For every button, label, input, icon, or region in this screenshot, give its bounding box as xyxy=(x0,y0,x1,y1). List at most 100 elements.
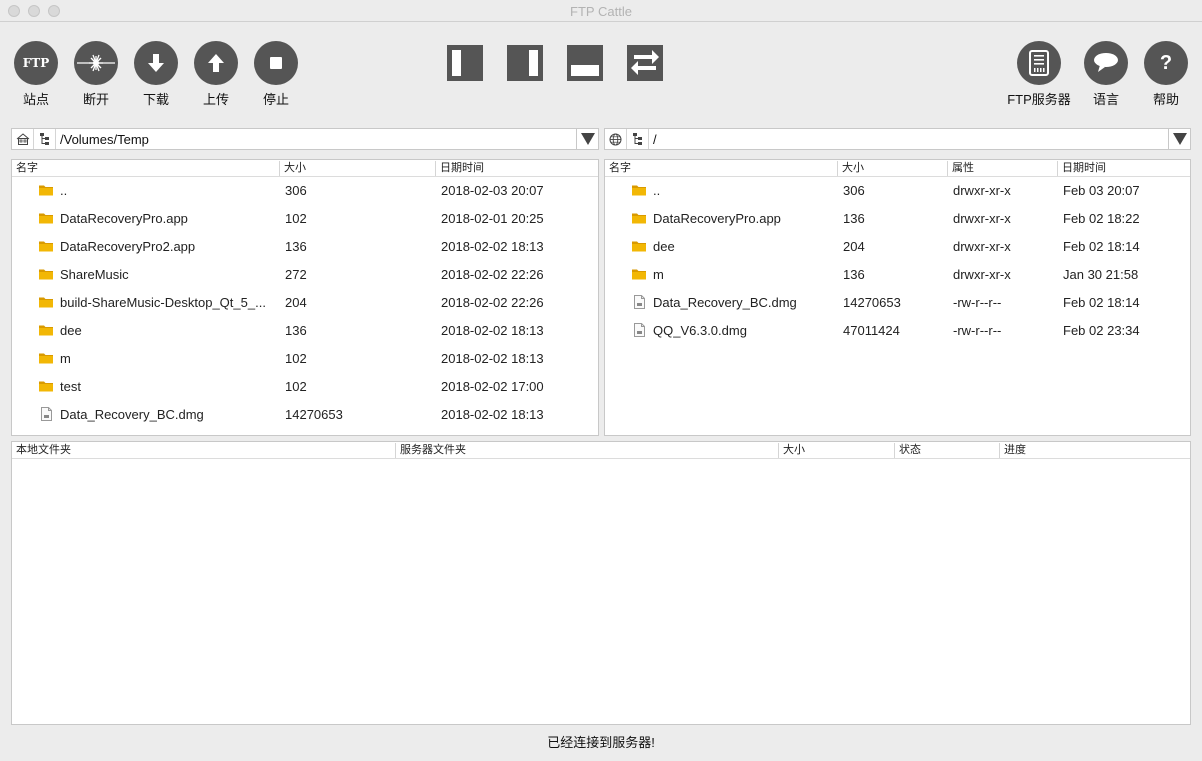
local-file-list: 名字 大小 日期时间 .. 306 2018-02-03 20:07 DataReco… xyxy=(11,159,599,436)
file-row[interactable]: test 102 2018-02-02 17:00 xyxy=(12,373,598,401)
column-header-progress[interactable]: 进度 xyxy=(999,443,1190,458)
file-row[interactable]: DataRecoveryPro.app 136 drwxr-xr-x Feb 02 1… xyxy=(605,205,1190,233)
upload-arrow-icon xyxy=(194,41,238,85)
file-size: 136 xyxy=(285,323,307,338)
file-name: dee xyxy=(60,323,82,338)
file-row[interactable]: QQ_V6.3.0.dmg 47011424 -rw-r--r-- Feb 02 23… xyxy=(605,317,1190,345)
local-path-input[interactable]: /Volumes/Temp xyxy=(56,132,576,147)
transfer-queue: 本地文件夹 服务器文件夹 大小 状态 进度 xyxy=(11,441,1191,725)
disconnect-button[interactable]: 断开 xyxy=(74,41,118,107)
file-size: 102 xyxy=(285,351,307,366)
file-date: Feb 02 23:34 xyxy=(1063,323,1140,338)
disconnect-icon xyxy=(74,41,118,85)
remote-path-bar: / xyxy=(604,128,1191,150)
remote-path-dropdown[interactable] xyxy=(1168,129,1190,149)
file-date: Feb 02 18:14 xyxy=(1063,295,1140,310)
layout-bottom-pane-button[interactable] xyxy=(566,44,604,82)
file-name: DataRecoveryPro2.app xyxy=(60,239,196,254)
layout-left-pane-button[interactable] xyxy=(446,44,484,82)
remote-path-input[interactable]: / xyxy=(649,132,1168,147)
tree-icon xyxy=(632,133,642,145)
help-label: 帮助 xyxy=(1152,92,1179,107)
remote-list-header: 名字 大小 属性 日期时间 xyxy=(605,160,1190,177)
folder-icon xyxy=(39,241,53,252)
stop-button[interactable]: 停止 xyxy=(254,41,298,107)
upload-button[interactable]: 上传 xyxy=(194,41,238,107)
file-row[interactable]: dee 136 2018-02-02 18:13 xyxy=(12,317,598,345)
folder-icon xyxy=(39,325,53,336)
file-name: .. xyxy=(653,183,661,198)
column-header-size[interactable]: 大小 xyxy=(837,161,947,176)
file-row[interactable]: m 136 drwxr-xr-x Jan 30 21:58 xyxy=(605,261,1190,289)
globe-icon xyxy=(609,133,622,145)
triangle-down-icon xyxy=(1172,133,1187,145)
status-message: 已经连接到服务器! xyxy=(547,735,655,750)
file-name: m xyxy=(653,267,664,282)
file-attributes: -rw-r--r-- xyxy=(953,295,1002,310)
column-header-attributes[interactable]: 属性 xyxy=(947,161,1057,176)
file-row[interactable]: ShareMusic 272 2018-02-02 22:26 xyxy=(12,261,598,289)
file-name: dee xyxy=(653,239,675,254)
file-date: 2018-02-02 18:13 xyxy=(441,239,544,254)
file-date: Feb 02 18:22 xyxy=(1063,211,1140,226)
file-row[interactable]: build-ShareMusic-Desktop_Qt_5_... 204 2018… xyxy=(12,289,598,317)
file-attributes: drwxr-xr-x xyxy=(953,267,1011,282)
remote-globe-button[interactable] xyxy=(605,129,627,149)
file-row[interactable]: .. 306 2018-02-03 20:07 xyxy=(12,177,598,205)
stop-label: 停止 xyxy=(262,92,289,107)
swap-panes-button[interactable] xyxy=(626,44,664,82)
ftp-server-button[interactable]: FTP服务器 xyxy=(1007,41,1071,107)
local-home-button[interactable] xyxy=(12,129,34,149)
local-path-dropdown[interactable] xyxy=(576,129,598,149)
column-header-size[interactable]: 大小 xyxy=(778,443,894,458)
folder-icon xyxy=(39,381,53,392)
file-attributes: drwxr-xr-x xyxy=(953,183,1011,198)
site-button[interactable]: FTP 站点 xyxy=(14,41,58,107)
folder-icon xyxy=(39,213,53,224)
column-header-date[interactable]: 日期时间 xyxy=(1057,161,1190,176)
file-size: 204 xyxy=(843,239,865,254)
local-tree-button[interactable] xyxy=(34,129,56,149)
file-size: 272 xyxy=(285,267,307,282)
file-name: Data_Recovery_BC.dmg xyxy=(653,295,797,310)
layout-right-pane-icon xyxy=(507,45,543,81)
title-bar: FTP Cattle xyxy=(0,0,1202,22)
file-row[interactable]: .. 306 drwxr-xr-x Feb 03 20:07 xyxy=(605,177,1190,205)
file-row[interactable]: Data_Recovery_BC.dmg 14270653 2018-02-02 1… xyxy=(12,401,598,429)
folder-icon xyxy=(632,185,646,196)
file-name: DataRecoveryPro.app xyxy=(653,211,781,226)
file-size: 136 xyxy=(285,239,307,254)
download-button[interactable]: 下载 xyxy=(134,41,178,107)
file-size: 47011424 xyxy=(843,323,900,338)
file-row[interactable]: Data_Recovery_BC.dmg 14270653 -rw-r--r-- Fe… xyxy=(605,289,1190,317)
file-size: 136 xyxy=(843,267,865,282)
file-size: 102 xyxy=(285,211,307,226)
help-button[interactable]: ? 帮助 xyxy=(1144,41,1188,107)
triangle-down-icon xyxy=(580,133,595,145)
file-attributes: drwxr-xr-x xyxy=(953,239,1011,254)
file-row[interactable]: m 102 2018-02-02 18:13 xyxy=(12,345,598,373)
column-header-name[interactable]: 名字 xyxy=(605,161,837,176)
file-size: 136 xyxy=(843,211,865,226)
file-name: DataRecoveryPro.app xyxy=(60,211,188,226)
column-header-date[interactable]: 日期时间 xyxy=(435,161,598,176)
file-row[interactable]: DataRecoveryPro.app 102 2018-02-01 20:25 xyxy=(12,205,598,233)
language-bubble-icon xyxy=(1084,41,1128,85)
remote-tree-button[interactable] xyxy=(627,129,649,149)
layout-right-pane-button[interactable] xyxy=(506,44,544,82)
column-header-size[interactable]: 大小 xyxy=(279,161,435,176)
column-header-server-folder[interactable]: 服务器文件夹 xyxy=(395,443,778,458)
swap-panes-icon xyxy=(627,45,663,81)
ftp-site-icon: FTP xyxy=(14,41,58,85)
column-header-name[interactable]: 名字 xyxy=(12,161,279,176)
column-header-status[interactable]: 状态 xyxy=(894,443,999,458)
file-date: 2018-02-02 22:26 xyxy=(441,295,544,310)
language-button[interactable]: 语言 xyxy=(1084,41,1128,107)
help-icon: ? xyxy=(1144,41,1188,85)
folder-icon xyxy=(39,269,53,280)
layout-left-pane-icon xyxy=(447,45,483,81)
file-row[interactable]: dee 204 drwxr-xr-x Feb 02 18:14 xyxy=(605,233,1190,261)
file-size: 306 xyxy=(285,183,307,198)
file-row[interactable]: DataRecoveryPro2.app 136 2018-02-02 18:13 xyxy=(12,233,598,261)
column-header-local-folder[interactable]: 本地文件夹 xyxy=(12,443,395,458)
